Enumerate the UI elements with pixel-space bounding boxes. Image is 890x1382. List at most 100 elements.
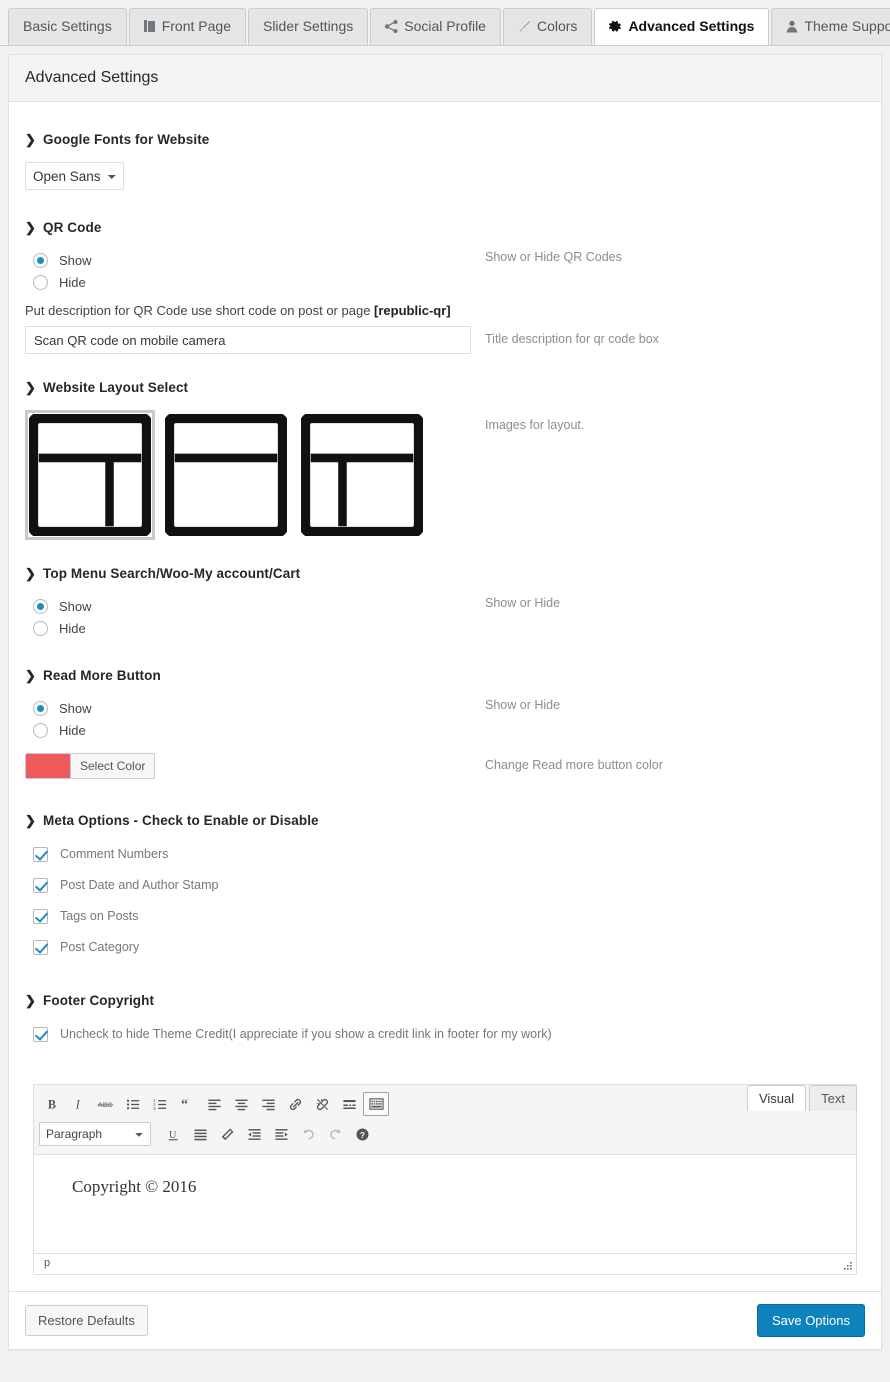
checkbox-label[interactable]: Uncheck to hide Theme Credit(I appreciat… [60,1027,552,1041]
meta-option-tags-on-posts[interactable]: Tags on Posts [25,905,865,927]
checkbox-label[interactable]: Comment Numbers [60,847,168,861]
theme-credit-checkbox-row[interactable]: Uncheck to hide Theme Credit(I appreciat… [25,1023,865,1045]
outdent-icon[interactable] [241,1122,267,1146]
qr-input-description: Title description for qr code box [485,332,659,346]
svg-text:“: “ [180,1097,187,1112]
tab-colors[interactable]: Colors [502,8,593,46]
read-more-icon[interactable] [336,1092,362,1116]
read-more-description: Show or Hide [485,698,561,712]
top-menu-radio-hide[interactable]: Hide [25,618,865,639]
bold-icon[interactable]: B [39,1092,65,1116]
section-heading-label: Top Menu Search/Woo-My account/Cart [43,566,301,581]
svg-text:U: U [169,1129,177,1140]
radio-hide-label[interactable]: Hide [59,275,86,290]
toggle-toolbar-icon[interactable] [363,1092,389,1116]
bulleted-list-icon[interactable] [120,1092,146,1116]
link-icon[interactable] [282,1092,308,1116]
redo-icon[interactable] [322,1122,348,1146]
meta-option-post-date-author[interactable]: Post Date and Author Stamp [25,874,865,896]
tab-basic-settings[interactable]: Basic Settings [8,8,127,45]
panel-footer: Restore Defaults Save Options [9,1291,881,1349]
radio-hide-input[interactable] [33,621,48,636]
qr-description-input[interactable] [25,326,471,354]
tab-front-page[interactable]: Front Page [128,8,246,45]
checkbox-label[interactable]: Post Category [60,940,139,954]
indent-icon[interactable] [268,1122,294,1146]
undo-icon[interactable] [295,1122,321,1146]
section-website-layout: ❯ Website Layout Select Images for layou… [25,380,865,544]
advanced-settings-panel: Advanced Settings ❯ Google Fonts for Webs… [8,54,882,1350]
paragraph-format-select[interactable]: Paragraph [39,1122,151,1146]
radio-show-label[interactable]: Show [59,599,92,614]
radio-hide-label[interactable]: Hide [59,621,86,636]
align-left-icon[interactable] [201,1092,227,1116]
restore-defaults-button[interactable]: Restore Defaults [25,1305,148,1336]
numbered-list-icon[interactable]: 123 [147,1092,173,1116]
meta-option-post-category[interactable]: Post Category [25,936,865,958]
section-qr-code: ❯ QR Code Show Hide Show or Hide QR Codes… [25,220,865,358]
checkbox-input[interactable] [33,939,48,955]
read-more-radio-hide[interactable]: Hide [25,720,865,741]
align-right-icon[interactable] [255,1092,281,1116]
checkbox-input[interactable] [33,846,48,862]
section-heading-label: Google Fonts for Website [43,132,210,147]
editor-tab-visual[interactable]: Visual [746,1085,807,1111]
underline-icon[interactable]: U [160,1122,186,1146]
read-more-radio-show[interactable]: Show [25,698,865,719]
checkbox-label[interactable]: Tags on Posts [60,909,139,923]
select-color-button[interactable]: Select Color [25,753,156,779]
checkbox-label[interactable]: Post Date and Author Stamp [60,878,218,892]
italic-icon[interactable]: I [66,1092,92,1116]
radio-hide-input[interactable] [33,275,48,290]
radio-hide-label[interactable]: Hide [59,723,86,738]
section-google-fonts: ❯ Google Fonts for Website Open Sans [25,132,865,194]
layout-option-right-sidebar[interactable] [25,410,155,540]
radio-show-input[interactable] [33,253,48,268]
meta-option-comment-numbers[interactable]: Comment Numbers [25,843,865,865]
svg-text:I: I [74,1097,80,1111]
tab-label: Social Profile [404,18,486,34]
editor-tab-text[interactable]: Text [809,1085,857,1111]
gear-icon [609,11,622,46]
section-heading-footer-copyright: ❯ Footer Copyright [25,993,865,1009]
read-more-color-description: Change Read more button color [485,758,663,772]
help-icon[interactable]: ? [349,1122,375,1146]
tab-slider-settings[interactable]: Slider Settings [247,8,369,45]
blockquote-icon[interactable]: “ [174,1092,200,1116]
text-color-icon[interactable] [214,1122,240,1146]
align-center-icon[interactable] [228,1092,254,1116]
chevron-right-icon: ❯ [25,668,36,683]
unlink-icon[interactable] [309,1092,335,1116]
qr-radio-hide[interactable]: Hide [25,272,865,293]
radio-show-input[interactable] [33,701,48,716]
select-color-label[interactable]: Select Color [70,754,155,778]
editor-resize-handle[interactable] [841,1260,853,1272]
editor-content-area[interactable]: Copyright © 2016 [34,1155,856,1253]
layout-right-sidebar-icon [29,414,151,536]
checkbox-input[interactable] [33,908,48,924]
checkbox-input[interactable] [33,1026,48,1042]
color-swatch[interactable] [26,754,70,778]
top-menu-radio-show[interactable]: Show [25,596,865,617]
radio-show-input[interactable] [33,599,48,614]
section-heading-label: Meta Options - Check to Enable or Disabl… [43,813,319,828]
svg-text:B: B [47,1097,55,1111]
tab-advanced-settings[interactable]: Advanced Settings [594,8,770,46]
brush-icon [518,11,531,46]
section-meta-options: ❯ Meta Options - Check to Enable or Disab… [25,813,865,971]
radio-hide-input[interactable] [33,723,48,738]
strikethrough-icon[interactable]: ABC [93,1092,119,1116]
tab-theme-support[interactable]: Theme Support [771,8,890,45]
save-options-button[interactable]: Save Options [756,1304,865,1337]
checkbox-input[interactable] [33,877,48,893]
justify-icon[interactable] [187,1122,213,1146]
radio-show-label[interactable]: Show [59,701,92,716]
editor-toolbar: B I ABC 123 “ Paragraph U ? [34,1085,856,1155]
qr-radio-show[interactable]: Show [25,250,865,271]
layout-option-left-sidebar[interactable] [297,410,427,540]
radio-show-label[interactable]: Show [59,253,92,268]
layout-option-full-width[interactable] [161,410,291,540]
tab-social-profile[interactable]: Social Profile [370,8,501,45]
google-font-select[interactable]: Open Sans [25,162,124,190]
section-heading-top-menu: ❯ Top Menu Search/Woo-My account/Cart [25,566,865,582]
